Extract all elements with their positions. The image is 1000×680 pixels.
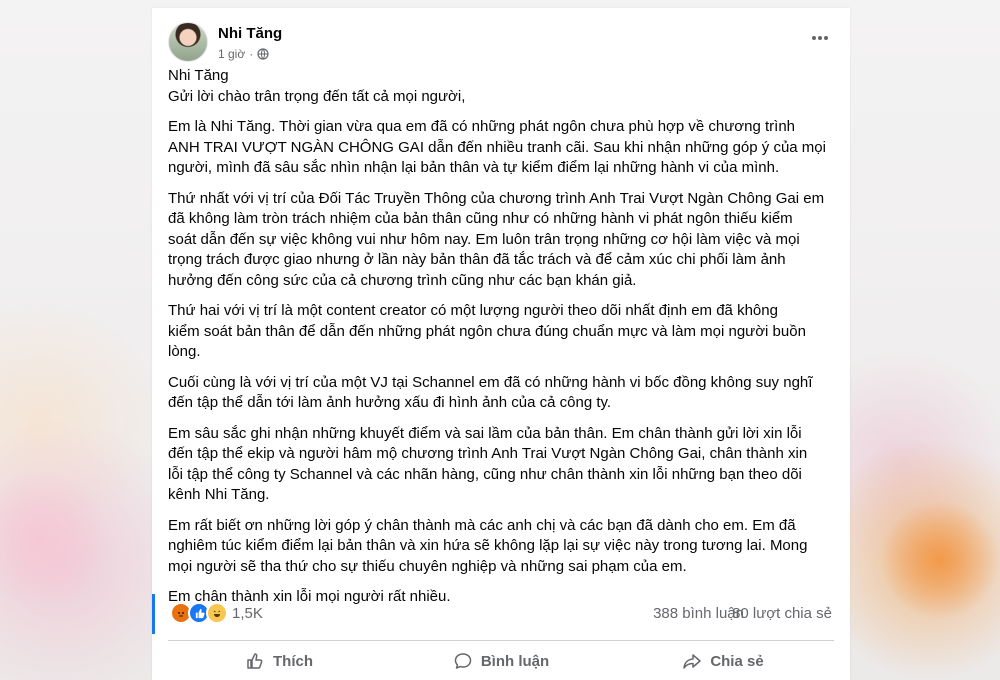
share-button[interactable]: Chia sẻ [612, 642, 834, 680]
post-line: Nhi Tăng [168, 67, 229, 84]
post-card: Nhi Tăng 1 giờ · Nhi Tăng Gửi lời chào t… [152, 8, 850, 680]
comment-label: Bình luận [480, 652, 550, 670]
post-line: Cuối cùng là với vị trí của một VJ tại S… [168, 373, 813, 391]
post-stats: 1,5K 388 bình luận 80 lượt chia sẻ [152, 594, 850, 634]
share-label: Chia sẻ [710, 652, 764, 670]
post-paragraph: Em sâu sắc ghi nhận những khuyết điểm và… [168, 424, 836, 506]
reaction-icons[interactable] [170, 602, 228, 624]
post-line: lòng. [168, 343, 201, 360]
post-line: hưởng đến công sức của cả chương trình c… [168, 271, 637, 289]
post-line: mọi người sẽ tha thứ cho sự thiếu chuyên… [168, 557, 687, 575]
post-line: trọng trách được giao nhưng ở lần này bả… [168, 251, 786, 268]
post-line: Em rất biết ơn những lời góp ý chân thàn… [168, 516, 796, 534]
divider [168, 640, 834, 641]
post-greeting: Nhi Tăng Gửi lời chào trân trọng đến tất… [168, 66, 836, 107]
like-button[interactable]: Thích [168, 642, 390, 680]
post-line: Thứ hai với vị trí là một content creato… [168, 302, 778, 319]
post-line: đến tập thể dẫn tới làm ảnh hưởng xấu đi… [168, 394, 612, 411]
background-flower [880, 500, 1000, 620]
comment-button[interactable]: Bình luận [390, 642, 612, 680]
thumbs-up-icon [247, 653, 263, 669]
post-paragraph: Thứ nhất với vị trí của Đối Tác Truyền T… [168, 189, 836, 292]
post-paragraph: Thứ hai với vị trí là một content creato… [168, 301, 836, 363]
post-paragraph: Em là Nhi Tăng. Thời gian vừa qua em đã … [168, 117, 836, 179]
post-line: Em là Nhi Tăng. Thời gian vừa qua em đã … [168, 118, 795, 135]
share-icon [683, 654, 702, 669]
post-line: Em sâu sắc ghi nhận những khuyết điểm và… [168, 424, 802, 442]
post-line: soát dẫn đến sự việc không vui như hôm n… [168, 230, 800, 248]
author-name[interactable]: Nhi Tăng [218, 25, 282, 42]
background-flower [0, 470, 110, 610]
post-paragraph: Em rất biết ơn những lời góp ý chân thàn… [168, 516, 836, 578]
post-header: Nhi Tăng 1 giờ · [168, 16, 834, 62]
post-line: nghiêm túc kiểm điểm lại bản thân và xin… [168, 537, 808, 554]
focus-bar [152, 594, 155, 634]
haha-icon [206, 602, 228, 624]
post-actions: Thích Bình luận Chia sẻ [168, 642, 834, 680]
like-label: Thích [273, 652, 313, 670]
comment-icon [454, 653, 472, 669]
post-line: Thứ nhất với vị trí của Đối Tác Truyền T… [168, 189, 825, 207]
post-meta: 1 giờ · [218, 47, 269, 61]
post-line: đã không làm tròn trách nhiệm của bản th… [168, 210, 793, 227]
post-line: người, mình đã sâu sắc nhìn nhận lại bản… [168, 159, 780, 176]
globe-icon[interactable] [257, 48, 269, 60]
post-line: ANH TRAI VƯỢT NGÀN CHÔNG GAI dẫn đến nhi… [168, 138, 826, 156]
post-paragraph: Cuối cùng là với vị trí của một VJ tại S… [168, 373, 836, 414]
post-line: kiểm soát bản thân để dẫn đến những phát… [168, 322, 806, 340]
post-body: Nhi Tăng Gửi lời chào trân trọng đến tất… [168, 66, 836, 618]
post-line: lỗi tập thể công ty Schannel và các nhãn… [168, 465, 802, 483]
comment-count[interactable]: 388 bình luận [653, 605, 744, 622]
share-count[interactable]: 80 lượt chia sẻ [732, 605, 832, 622]
post-line: đến tập thể ekip và người hâm mộ chương … [168, 445, 808, 462]
post-time[interactable]: 1 giờ [218, 47, 245, 61]
more-icon[interactable] [810, 30, 830, 46]
reaction-count[interactable]: 1,5K [232, 605, 263, 622]
post-line: kênh Nhi Tăng. [168, 486, 270, 503]
avatar[interactable] [168, 22, 208, 62]
post-line: Gửi lời chào trân trọng đến tất cả mọi n… [168, 87, 466, 105]
